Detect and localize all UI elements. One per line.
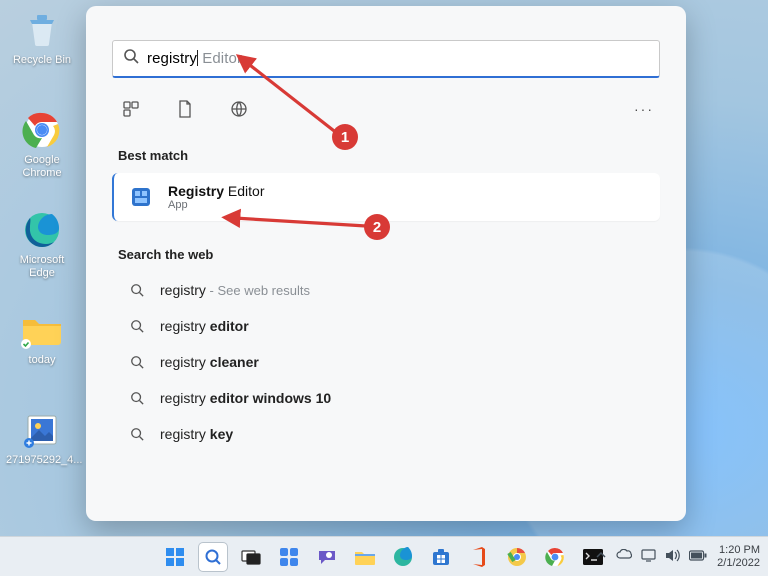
search-icon: [128, 391, 146, 405]
file-explorer-button[interactable]: [351, 543, 379, 571]
search-icon: [123, 48, 139, 69]
web-suggestion[interactable]: registry - See web results: [112, 272, 660, 308]
search-icon: [128, 355, 146, 369]
best-match-result[interactable]: Registry Editor App: [112, 173, 660, 221]
tray-chevron-icon[interactable]: [595, 549, 607, 564]
desktop-icon-recycle-bin[interactable]: Recycle Bin: [6, 8, 78, 67]
desktop-icon-label: 271975292_4...: [6, 454, 78, 467]
desktop-icon-label: today: [6, 354, 78, 367]
search-typed: registry: [147, 50, 197, 67]
clock-date: 2/1/2022: [717, 557, 760, 570]
chrome-taskbar-button[interactable]: [541, 543, 569, 571]
web-suggestion[interactable]: registry editor windows 10: [112, 380, 660, 416]
search-filter-row: ···: [118, 96, 654, 122]
battery-icon[interactable]: [689, 550, 707, 564]
web-suggestion-text: registry editor: [160, 318, 249, 334]
section-best-match-heading: Best match: [118, 148, 654, 163]
annotation-badge-2: 2: [364, 214, 390, 240]
taskbar: 1:20 PM 2/1/2022: [0, 536, 768, 576]
desktop-icon-today-folder[interactable]: today: [6, 308, 78, 367]
search-more-button[interactable]: ···: [634, 101, 654, 117]
web-suggestion-text: registry editor windows 10: [160, 390, 331, 406]
task-view-button[interactable]: [237, 543, 265, 571]
web-suggestion[interactable]: registry cleaner: [112, 344, 660, 380]
web-suggestion-text: registry - See web results: [160, 282, 310, 298]
chrome-icon: [20, 108, 64, 152]
desktop-icon-label: Google Chrome: [6, 154, 78, 179]
folder-icon: [20, 308, 64, 352]
edge-icon: [20, 208, 64, 252]
filter-documents-icon[interactable]: [172, 96, 198, 122]
web-suggestion-text: registry cleaner: [160, 354, 259, 370]
taskbar-clock[interactable]: 1:20 PM 2/1/2022: [717, 544, 760, 569]
search-icon: [128, 283, 146, 297]
web-suggestion-text: registry key: [160, 426, 233, 442]
taskbar-search-button[interactable]: [199, 543, 227, 571]
recycle-bin-icon: [20, 8, 64, 52]
annotation-badge-1: 1: [332, 124, 358, 150]
web-suggestions-list: registry - See web results registry edit…: [112, 272, 660, 452]
network-icon[interactable]: [641, 549, 656, 565]
best-match-subtitle: App: [168, 199, 265, 211]
search-icon: [128, 319, 146, 333]
search-flyout: registry Editor ··· Best match Registry …: [86, 6, 686, 521]
desktop-icon-label: Microsoft Edge: [6, 254, 78, 279]
section-web-heading: Search the web: [118, 247, 654, 262]
volume-icon[interactable]: [665, 549, 680, 565]
widgets-button[interactable]: [275, 543, 303, 571]
desktop-icon-microsoft-edge[interactable]: Microsoft Edge: [6, 208, 78, 279]
edge-taskbar-button[interactable]: [389, 543, 417, 571]
chat-button[interactable]: [313, 543, 341, 571]
clock-time: 1:20 PM: [717, 544, 760, 557]
onedrive-icon[interactable]: [616, 549, 632, 564]
search-icon: [128, 427, 146, 441]
filter-web-icon[interactable]: [226, 96, 252, 122]
search-input[interactable]: registry Editor: [112, 40, 660, 78]
taskbar-center: [161, 543, 607, 571]
desktop-icon-label: Recycle Bin: [6, 54, 78, 67]
picture-icon: [20, 408, 64, 452]
desktop-icon-image-file[interactable]: 271975292_4...: [6, 408, 78, 467]
start-button[interactable]: [161, 543, 189, 571]
registry-editor-icon: [128, 184, 154, 210]
search-text: registry Editor: [147, 50, 242, 67]
best-match-title: Registry Editor: [168, 183, 265, 199]
office-button[interactable]: [465, 543, 493, 571]
chrome-canary-button[interactable]: [503, 543, 531, 571]
desktop-icon-google-chrome[interactable]: Google Chrome: [6, 108, 78, 179]
taskbar-tray: 1:20 PM 2/1/2022: [595, 544, 760, 569]
web-suggestion[interactable]: registry editor: [112, 308, 660, 344]
microsoft-store-button[interactable]: [427, 543, 455, 571]
search-suggestion-tail: Editor: [198, 50, 242, 67]
web-suggestion[interactable]: registry key: [112, 416, 660, 452]
filter-apps-icon[interactable]: [118, 96, 144, 122]
